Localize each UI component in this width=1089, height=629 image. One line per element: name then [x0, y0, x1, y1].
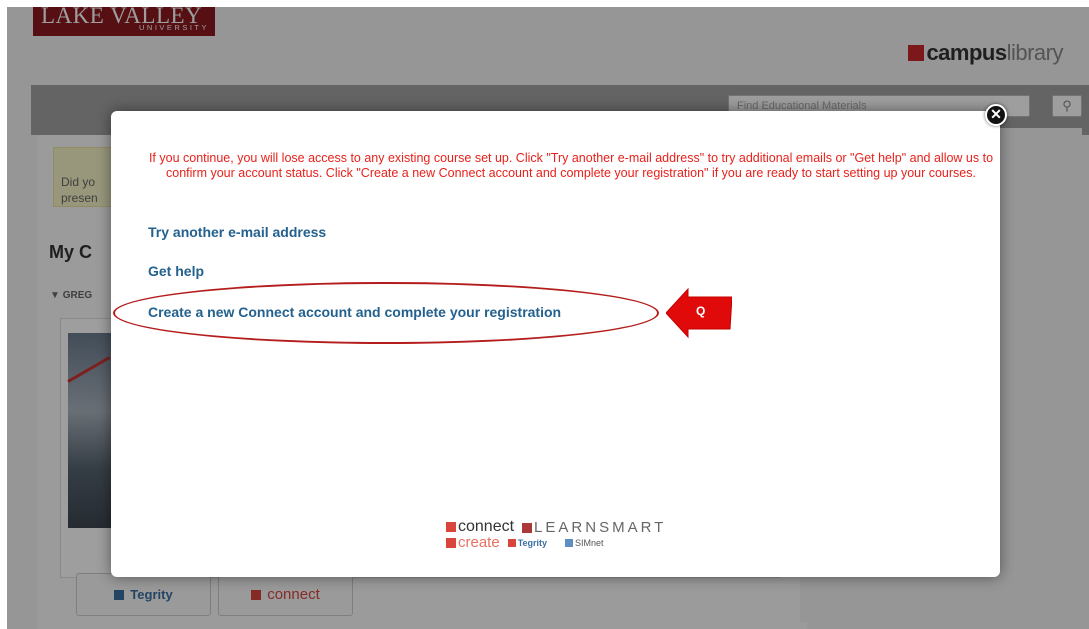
connect-brand-label: connect: [458, 518, 515, 535]
callout-letter: Q: [696, 304, 706, 318]
simnet-brand: SIMnet: [565, 538, 604, 548]
learnsmart-brand: LEARNSMART: [522, 519, 666, 536]
tegrity-logo-icon: [507, 539, 516, 548]
simnet-brand-label: SIMnet: [575, 537, 604, 548]
tegrity-brand: Tegrity: [507, 537, 548, 548]
try-another-email-link[interactable]: Try another e-mail address: [148, 224, 326, 240]
get-help-link[interactable]: Get help: [148, 263, 204, 279]
learnsmart-brand-label: LEARNSMART: [534, 518, 667, 536]
create-logo-icon: [446, 538, 456, 549]
annotation-callout-arrow: Q: [665, 287, 733, 344]
close-button[interactable]: ✕: [985, 104, 1007, 126]
create-account-link[interactable]: Create a new Connect account and complet…: [148, 304, 561, 320]
create-brand: create: [446, 534, 500, 551]
create-brand-label: create: [458, 534, 500, 551]
learnsmart-logo-icon: [522, 522, 533, 533]
simnet-logo-icon: [565, 539, 574, 548]
brand-logos: connect LEARNSMART create Tegrity SIMnet: [444, 518, 666, 551]
connect-logo-icon: [446, 521, 456, 532]
tegrity-brand-label: Tegrity: [517, 537, 548, 548]
close-icon: ✕: [990, 106, 1002, 122]
warning-message: If you continue, you will lose access to…: [148, 151, 994, 180]
